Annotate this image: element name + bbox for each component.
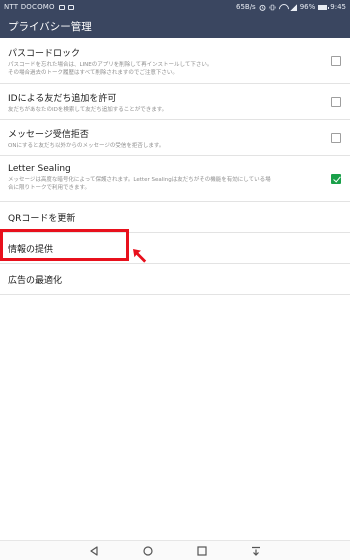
setting-description-line: メッセージは高度な暗号化によって保護されます。Letter Sealingは友だ… [8,177,271,183]
letter-sealing-checkbox[interactable] [331,174,341,184]
setting-title: IDによる友だち追加を許可 [8,94,117,104]
system-nav-bar [0,540,350,560]
status-bar: NTT DOCOMO 65B/s 96% 9:45 [0,0,350,14]
setting-title: パスコードロック [8,49,81,59]
id-add-checkbox[interactable] [331,97,341,107]
setting-id-add[interactable]: IDによる友だち追加を許可 友だちがあなたのIDを検索して友だち追加することがで… [0,84,350,120]
highlight-box [0,229,129,261]
vibrate-icon [269,4,276,10]
data-speed: 65B/s [235,3,256,11]
notification-icon [67,4,74,10]
passcode-checkbox[interactable] [331,56,341,66]
clock: 9:45 [330,3,346,11]
setting-description-line: パスコードを忘れた場合は、LINEのアプリを削除して再インストールして下さい。 [8,62,213,68]
page-title: プライバシー管理 [8,20,92,33]
message-reject-checkbox[interactable] [331,133,341,143]
status-right: 65B/s 96% 9:45 [236,3,346,11]
back-icon[interactable] [88,545,100,557]
setting-title: Letter Sealing [8,164,71,174]
notification-icon [58,4,65,10]
signal-icon [289,3,297,11]
wifi-icon [279,4,287,10]
setting-description-line: 合に限りトークで利用できます。 [8,185,90,191]
alarm-icon [259,4,266,11]
battery-icon [318,4,330,10]
recents-icon[interactable] [196,545,208,557]
setting-title: 広告の最適化 [8,275,63,286]
setting-message-reject[interactable]: メッセージ受信拒否 ONにすると友だち以外からのメッセージの受信を拒否します。 [0,120,350,156]
notification-pull-icon[interactable] [250,545,262,557]
notification-icons [58,4,74,10]
setting-title: メッセージ受信拒否 [8,130,89,140]
setting-description-line: その場合過去のトーク履歴はすべて削除されますのでご注意下さい。 [8,70,178,76]
setting-passcode-lock[interactable]: パスコードロック パスコードを忘れた場合は、LINEのアプリを削除して再インスト… [0,38,350,84]
setting-title: QRコードを更新 [8,213,76,224]
setting-description: メッセージは高度な暗号化によって保護されます。Letter Sealingは友だ… [8,176,320,192]
setting-description: パスコードを忘れた場合は、LINEのアプリを削除して再インストールして下さい。 … [8,61,320,77]
app-header: プライバシー管理 [0,14,350,38]
battery-percent: 96% [299,3,316,11]
setting-ad-optimize[interactable]: 広告の最適化 [0,264,350,295]
carrier-name: NTT DOCOMO [4,3,55,11]
home-icon[interactable] [142,545,154,557]
setting-description: ONにすると友だち以外からのメッセージの受信を拒否します。 [8,143,165,149]
setting-letter-sealing[interactable]: Letter Sealing メッセージは高度な暗号化によって保護されます。Le… [0,156,350,202]
red-arrow-icon [133,249,147,263]
setting-description: 友だちがあなたのIDを検索して友だち追加することができます。 [8,107,168,113]
